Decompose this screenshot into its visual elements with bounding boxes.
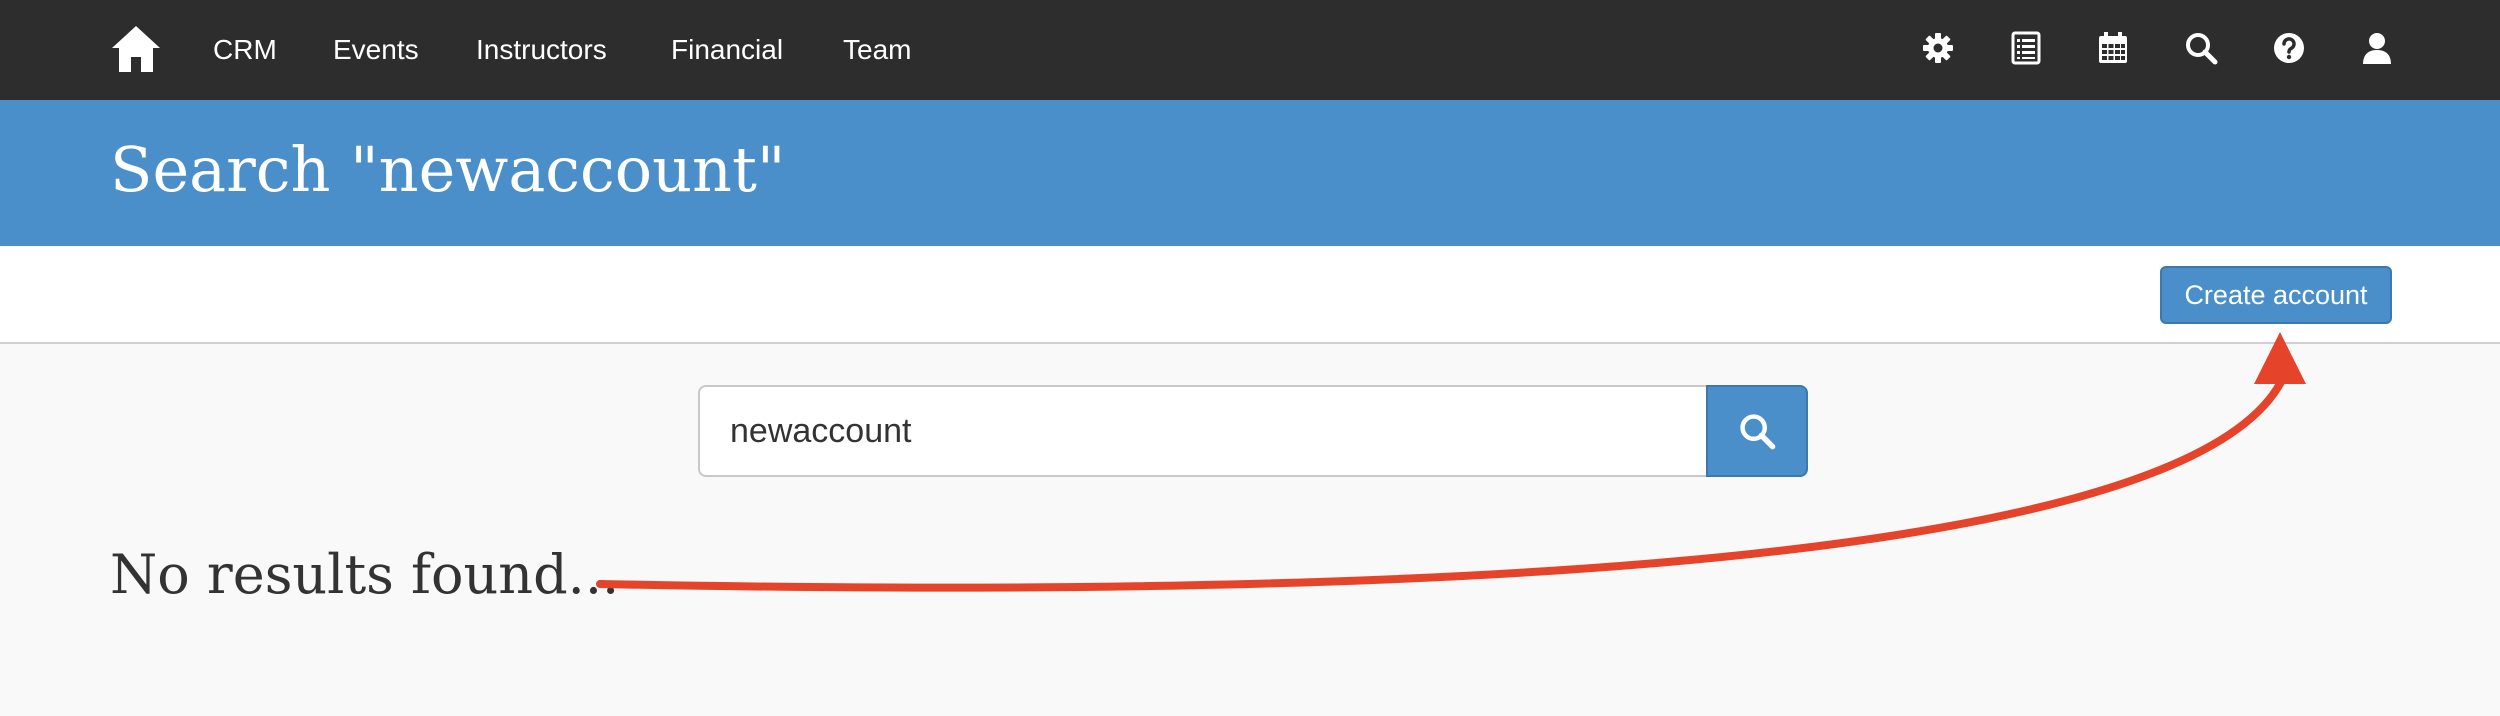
create-account-button[interactable]: Create account <box>2160 266 2392 324</box>
search-group <box>698 385 1808 477</box>
page: CRM Events Instructors Financial Team Se… <box>0 0 2500 716</box>
calendar-icon <box>2099 32 2127 63</box>
toolbar: Create account <box>0 246 2500 344</box>
settings-button[interactable] <box>1920 30 1956 66</box>
search-icon <box>2186 33 2218 65</box>
search-submit-button[interactable] <box>1706 385 1808 477</box>
page-title: Search "newaccount" <box>110 133 786 206</box>
search-icon <box>1740 414 1776 450</box>
search-nav-button[interactable] <box>2183 30 2219 66</box>
nav-link-financial[interactable]: Financial <box>671 30 783 70</box>
top-navbar: CRM Events Instructors Financial Team <box>0 0 2500 100</box>
list-icon <box>2011 31 2041 65</box>
user-menu-button[interactable] <box>2359 30 2395 66</box>
gear-icon <box>1923 33 1953 63</box>
help-icon <box>2274 33 2304 63</box>
user-icon <box>2363 33 2391 64</box>
nav-link-team[interactable]: Team <box>843 30 911 70</box>
home-link[interactable] <box>110 24 162 74</box>
nav-link-events[interactable]: Events <box>333 30 419 70</box>
search-input[interactable] <box>698 385 1706 477</box>
home-icon <box>112 26 160 72</box>
calendar-button[interactable] <box>2095 30 2131 66</box>
reports-button[interactable] <box>2008 30 2044 66</box>
no-results-message: No results found... <box>110 543 620 606</box>
page-header: Search "newaccount" <box>0 100 2500 246</box>
nav-link-crm[interactable]: CRM <box>213 30 277 70</box>
nav-link-instructors[interactable]: Instructors <box>476 30 607 70</box>
help-button[interactable] <box>2271 30 2307 66</box>
